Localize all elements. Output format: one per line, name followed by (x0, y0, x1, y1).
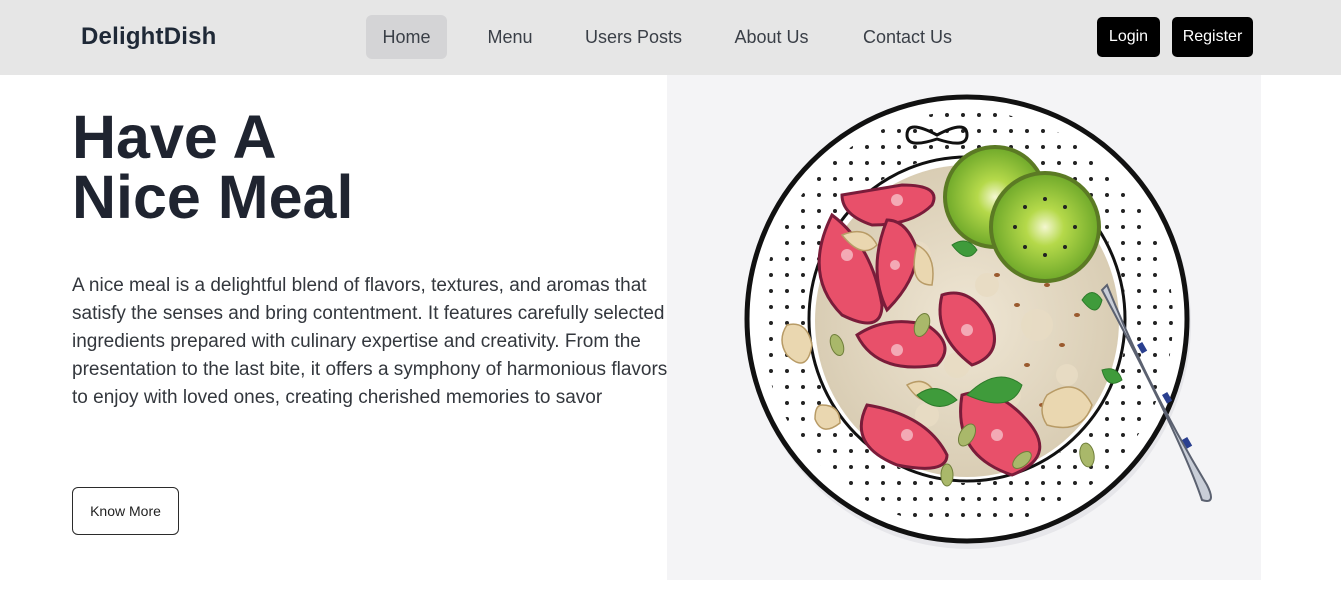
nav-link-users-posts[interactable]: Users Posts (577, 15, 690, 59)
nav-link-about-us[interactable]: About Us (723, 15, 820, 59)
hero-title: Have A Nice Meal (72, 103, 492, 231)
oatmeal-bowl-illustration (744, 94, 1212, 549)
register-button[interactable]: Register (1172, 17, 1253, 57)
login-button[interactable]: Login (1097, 17, 1160, 57)
nav-link-contact-us[interactable]: Contact Us (853, 15, 962, 59)
hero-title-line-2: Nice Meal (72, 163, 354, 231)
nav-link-menu[interactable]: Menu (475, 15, 545, 59)
hero-description: A nice meal is a delightful blend of fla… (72, 275, 668, 408)
hero-title-line-1: Have A (72, 103, 277, 171)
know-more-button[interactable]: Know More (72, 487, 179, 535)
hero-food-image (667, 75, 1261, 580)
brand-logo[interactable]: DelightDish (81, 23, 217, 51)
nav-link-home[interactable]: Home (366, 15, 447, 59)
navbar: DelightDish Home Menu Users Posts About … (0, 0, 1341, 75)
